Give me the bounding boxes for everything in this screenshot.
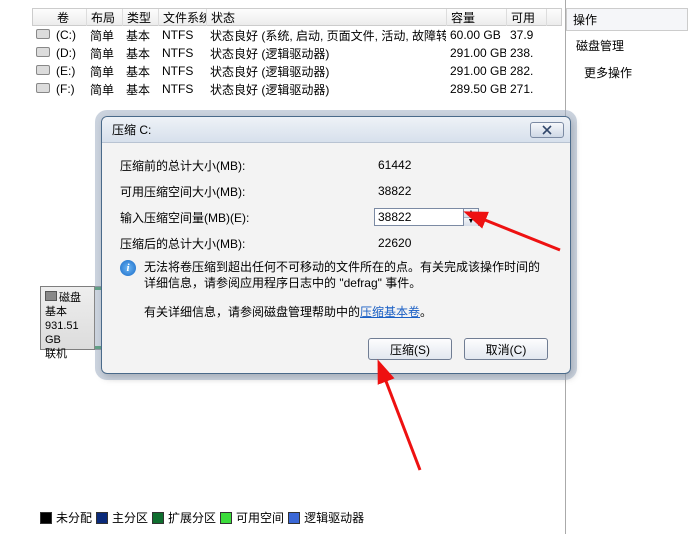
actions-item-more[interactable]: 更多操作 <box>566 60 692 85</box>
legend: 未分配 主分区 扩展分区 可用空间 逻辑驱动器 <box>40 509 364 526</box>
shrink-dialog: 压缩 C: 压缩前的总计大小(MB): 61442 可用压缩空间大小(MB): … <box>101 116 571 374</box>
cell: 271. <box>506 82 546 96</box>
disk-icon <box>45 291 57 301</box>
cell: NTFS <box>158 64 206 78</box>
cell: 状态良好 (逻辑驱动器) <box>206 81 446 98</box>
table-row[interactable]: (C:) 简单 基本 NTFS 状态良好 (系统, 启动, 页面文件, 活动, … <box>32 26 562 44</box>
help-link[interactable]: 压缩基本卷 <box>360 305 420 319</box>
value-total-after: 22620 <box>374 234 464 252</box>
cell: NTFS <box>158 28 206 42</box>
dialog-title: 压缩 C: <box>112 121 530 138</box>
cell: 基本 <box>122 81 158 98</box>
cell: 291.00 GB <box>446 46 506 60</box>
table-row[interactable]: (D:) 简单 基本 NTFS 状态良好 (逻辑驱动器) 291.00 GB 2… <box>32 44 562 62</box>
cell: 基本 <box>122 27 158 44</box>
drive-icon <box>36 83 50 93</box>
disk-type: 基本 <box>45 305 90 319</box>
cell: 状态良好 (逻辑驱动器) <box>206 45 446 62</box>
cell: 238. <box>506 46 546 60</box>
cell: 60.00 GB <box>446 28 506 42</box>
actions-item-disk-mgmt[interactable]: 磁盘管理 <box>566 31 692 60</box>
drive-icon <box>36 47 50 57</box>
info-icon: i <box>120 260 136 276</box>
legend-label: 可用空间 <box>236 509 284 526</box>
actions-header: 操作 <box>566 8 688 31</box>
cell: 37.9 <box>506 28 546 42</box>
legend-label: 逻辑驱动器 <box>304 509 364 526</box>
close-icon <box>541 125 553 135</box>
label-shrink-amount: 输入压缩空间量(MB)(E): <box>120 209 374 226</box>
cell: 简单 <box>86 63 122 80</box>
info-note: i 无法将卷压缩到超出任何不可移动的文件所在的点。有关完成该操作时间的 详细信息… <box>120 259 552 291</box>
drive-icon <box>36 65 50 75</box>
disk-status: 联机 <box>45 347 90 361</box>
drive-icon <box>36 29 50 39</box>
swatch-logical-icon <box>288 512 300 524</box>
cell: 状态良好 (系统, 启动, 页面文件, 活动, 故障转储, 主分区) <box>206 27 446 44</box>
close-button[interactable] <box>530 122 564 138</box>
swatch-primary-icon <box>96 512 108 524</box>
cell: 简单 <box>86 27 122 44</box>
spin-down-icon[interactable]: ▼ <box>464 218 478 226</box>
col-type[interactable]: 类型 <box>123 9 159 26</box>
cell: (C:) <box>52 28 86 42</box>
info-text: 无法将卷压缩到超出任何不可移动的文件所在的点。有关完成该操作时间的 <box>144 259 540 275</box>
cell: 简单 <box>86 81 122 98</box>
label-total-after: 压缩后的总计大小(MB): <box>120 235 374 252</box>
legend-label: 未分配 <box>56 509 92 526</box>
info-text: 。 <box>420 305 432 319</box>
disk-size: 931.51 GB <box>45 319 90 347</box>
col-stat[interactable]: 状态 <box>207 9 447 26</box>
value-available: 38822 <box>374 182 464 200</box>
cell: 基本 <box>122 45 158 62</box>
cell: NTFS <box>158 82 206 96</box>
swatch-extended-icon <box>152 512 164 524</box>
info-link-row: 有关详细信息，请参阅磁盘管理帮助中的压缩基本卷。 <box>120 303 552 320</box>
col-fs[interactable]: 文件系统 <box>159 9 207 26</box>
cell: (D:) <box>52 46 86 60</box>
disk-info: 磁盘 基本 931.51 GB 联机 <box>41 287 95 349</box>
cancel-button[interactable]: 取消(C) <box>464 338 548 360</box>
cell: 289.50 GB <box>446 82 506 96</box>
dialog-body: 压缩前的总计大小(MB): 61442 可用压缩空间大小(MB): 38822 … <box>102 143 570 370</box>
spin-up-icon[interactable]: ▲ <box>464 209 478 218</box>
actions-panel: 操作 磁盘管理 更多操作 <box>566 0 692 534</box>
label-available: 可用压缩空间大小(MB): <box>120 183 374 200</box>
table-row[interactable]: (F:) 简单 基本 NTFS 状态良好 (逻辑驱动器) 289.50 GB 2… <box>32 80 562 98</box>
dialog-titlebar[interactable]: 压缩 C: <box>102 117 570 143</box>
cell: 291.00 GB <box>446 64 506 78</box>
swatch-free-icon <box>220 512 232 524</box>
table-row[interactable]: (E:) 简单 基本 NTFS 状态良好 (逻辑驱动器) 291.00 GB 2… <box>32 62 562 80</box>
shrink-button[interactable]: 压缩(S) <box>368 338 452 360</box>
cell: 简单 <box>86 45 122 62</box>
value-total-before: 61442 <box>374 156 464 174</box>
cell: 状态良好 (逻辑驱动器) <box>206 63 446 80</box>
col-lay[interactable]: 布局 <box>87 9 123 26</box>
legend-label: 扩展分区 <box>168 509 216 526</box>
swatch-unalloc-icon <box>40 512 52 524</box>
col-free[interactable]: 可用 <box>507 9 547 26</box>
cell: NTFS <box>158 46 206 60</box>
table-header: 卷 布局 类型 文件系统 状态 容量 可用 <box>32 8 562 26</box>
legend-label: 主分区 <box>112 509 148 526</box>
disk-label: 磁盘 <box>59 292 81 304</box>
spin-control[interactable]: ▲ ▼ <box>464 208 479 226</box>
cell: 基本 <box>122 63 158 80</box>
info-text: 有关详细信息，请参阅磁盘管理帮助中的 <box>144 305 360 319</box>
col-cap[interactable]: 容量 <box>447 9 507 26</box>
shrink-amount-input[interactable] <box>374 208 464 226</box>
volumes-table: 卷 布局 类型 文件系统 状态 容量 可用 (C:) 简单 基本 NTFS 状态… <box>32 8 562 98</box>
cell: (F:) <box>52 82 86 96</box>
info-text: 详细信息，请参阅应用程序日志中的 "defrag" 事件。 <box>144 275 540 291</box>
label-total-before: 压缩前的总计大小(MB): <box>120 157 374 174</box>
cell: (E:) <box>52 64 86 78</box>
col-vol[interactable]: 卷 <box>53 9 87 26</box>
cell: 282. <box>506 64 546 78</box>
